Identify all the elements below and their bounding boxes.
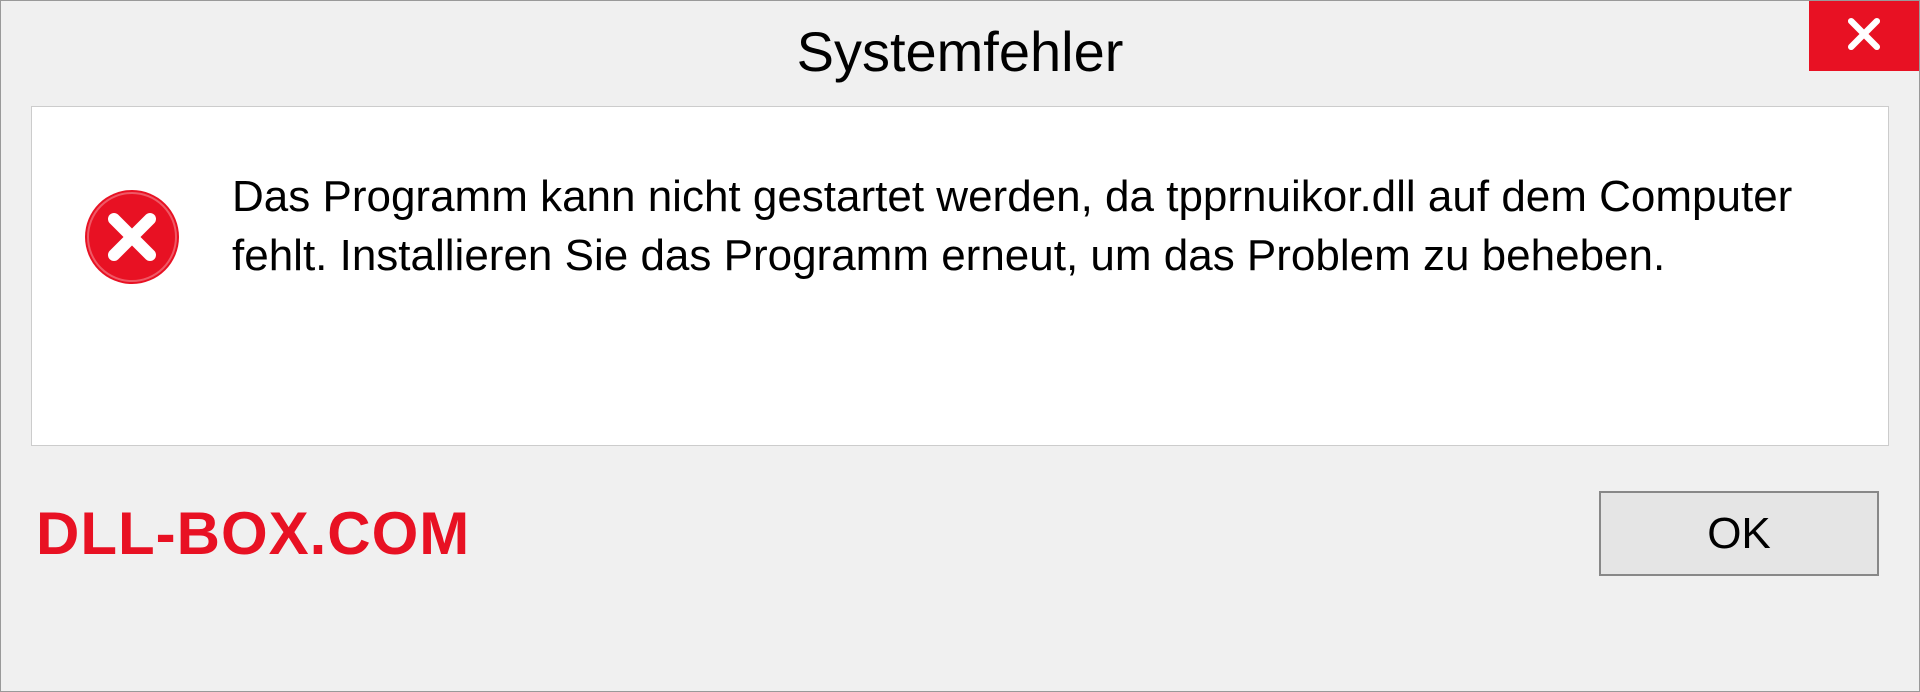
close-button[interactable]	[1809, 1, 1919, 71]
error-icon	[82, 187, 182, 287]
footer: DLL-BOX.COM OK	[1, 471, 1919, 601]
ok-button-label: OK	[1707, 509, 1771, 559]
ok-button[interactable]: OK	[1599, 491, 1879, 576]
close-icon	[1842, 12, 1886, 61]
titlebar: Systemfehler	[1, 1, 1919, 101]
dialog-title: Systemfehler	[797, 19, 1124, 84]
error-message: Das Programm kann nicht gestartet werden…	[232, 167, 1828, 286]
watermark-text: DLL-BOX.COM	[36, 499, 470, 568]
content-box: Das Programm kann nicht gestartet werden…	[31, 106, 1889, 446]
